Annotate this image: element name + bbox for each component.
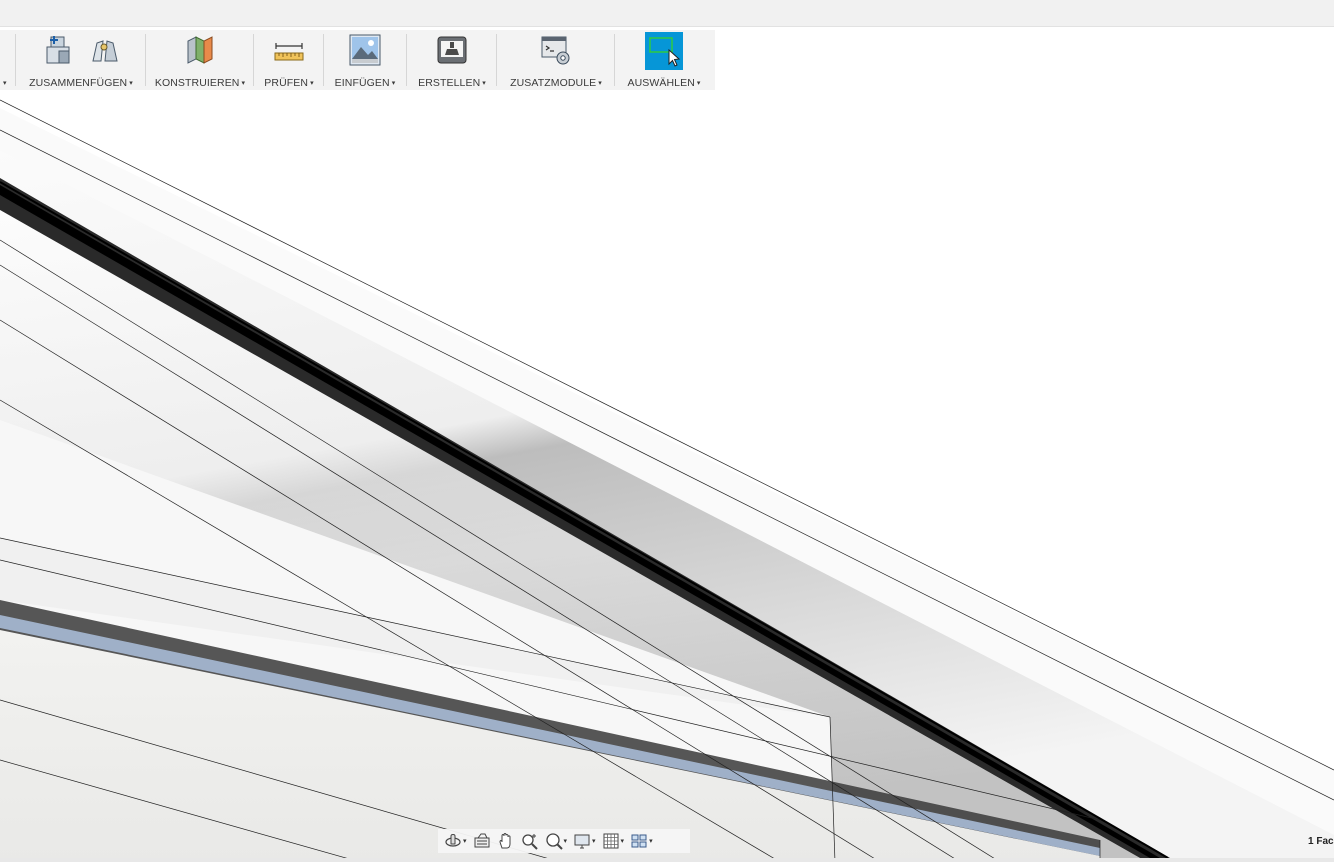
bottom-border <box>0 858 1334 862</box>
toolbar-group-construct[interactable]: KONSTRUIEREN ▾ <box>148 30 252 90</box>
group-label: ZUSATZMODULE <box>510 77 597 89</box>
group-label: ZUSAMMENFÜGEN <box>29 77 128 89</box>
toolbar-separator <box>15 34 16 86</box>
grid-button[interactable]: ▾ <box>600 831 627 851</box>
toolbar-separator <box>323 34 324 86</box>
display-settings-icon <box>574 834 590 849</box>
title-bar <box>0 0 1334 27</box>
toolbar-separator <box>496 34 497 86</box>
toolbar-group-inspect[interactable]: PRÜFEN ▾ <box>256 30 322 90</box>
group-label: AUSWÄHLEN <box>627 77 695 89</box>
construct-plane-icon[interactable] <box>183 33 217 67</box>
toolbar-separator <box>253 34 254 86</box>
toolbar-group-make[interactable]: ERSTELLEN ▾ <box>409 30 495 90</box>
toolbar-separator <box>406 34 407 86</box>
group-label: KONSTRUIEREN <box>154 77 240 89</box>
orbit-button[interactable]: ▾ <box>442 831 469 851</box>
look-at-button[interactable] <box>471 831 493 851</box>
toolbar-group-previous[interactable]: ▾ <box>0 30 14 90</box>
look-at-icon <box>474 833 490 848</box>
new-component-icon[interactable] <box>41 33 75 67</box>
toolbar-group-addins[interactable]: ZUSATZMODULE ▾ <box>499 30 613 90</box>
selection-status: 1 Fac <box>1308 836 1334 847</box>
fit-zoom-button[interactable]: ▾ <box>543 831 570 851</box>
measure-ruler-icon[interactable] <box>272 33 306 67</box>
print-3d-icon[interactable] <box>435 33 469 67</box>
toolbar-separator <box>145 34 146 86</box>
select-window-icon[interactable] <box>645 32 683 70</box>
insert-image-icon[interactable] <box>348 33 382 67</box>
navigation-bar: ▾ ▾ ▾ ▾ ▾ <box>438 829 690 853</box>
ribbon-toolbar: ▾ ZUSAMMENFÜGEN ▾ KONSTRUIEREN ▾ PRÜFEN … <box>0 30 715 90</box>
toolbar-group-insert[interactable]: EINFÜGEN ▾ <box>326 30 404 90</box>
group-label: EINFÜGEN <box>334 77 390 89</box>
joint-icon[interactable] <box>87 33 121 67</box>
viewports-button[interactable]: ▾ <box>628 831 655 851</box>
scripts-addins-icon[interactable] <box>539 33 573 67</box>
fit-zoom-icon <box>545 833 563 850</box>
display-settings-button[interactable]: ▾ <box>571 831 598 851</box>
toolbar-group-select[interactable]: AUSWÄHLEN ▾ <box>617 30 711 90</box>
zoom-icon <box>521 834 538 850</box>
group-label: ERSTELLEN <box>418 77 481 89</box>
grid-icon <box>603 833 619 849</box>
orbit-icon <box>445 834 461 847</box>
pan-hand-icon <box>499 833 511 849</box>
toolbar-group-assemble[interactable]: ZUSAMMENFÜGEN ▾ <box>18 30 144 90</box>
toolbar-separator <box>614 34 615 86</box>
viewports-icon <box>631 834 647 848</box>
model-geometry <box>0 99 1334 860</box>
zoom-button[interactable] <box>519 831 541 851</box>
pan-button[interactable] <box>495 831 517 851</box>
canvas-viewport[interactable] <box>0 27 1334 860</box>
group-label: PRÜFEN <box>264 77 309 89</box>
